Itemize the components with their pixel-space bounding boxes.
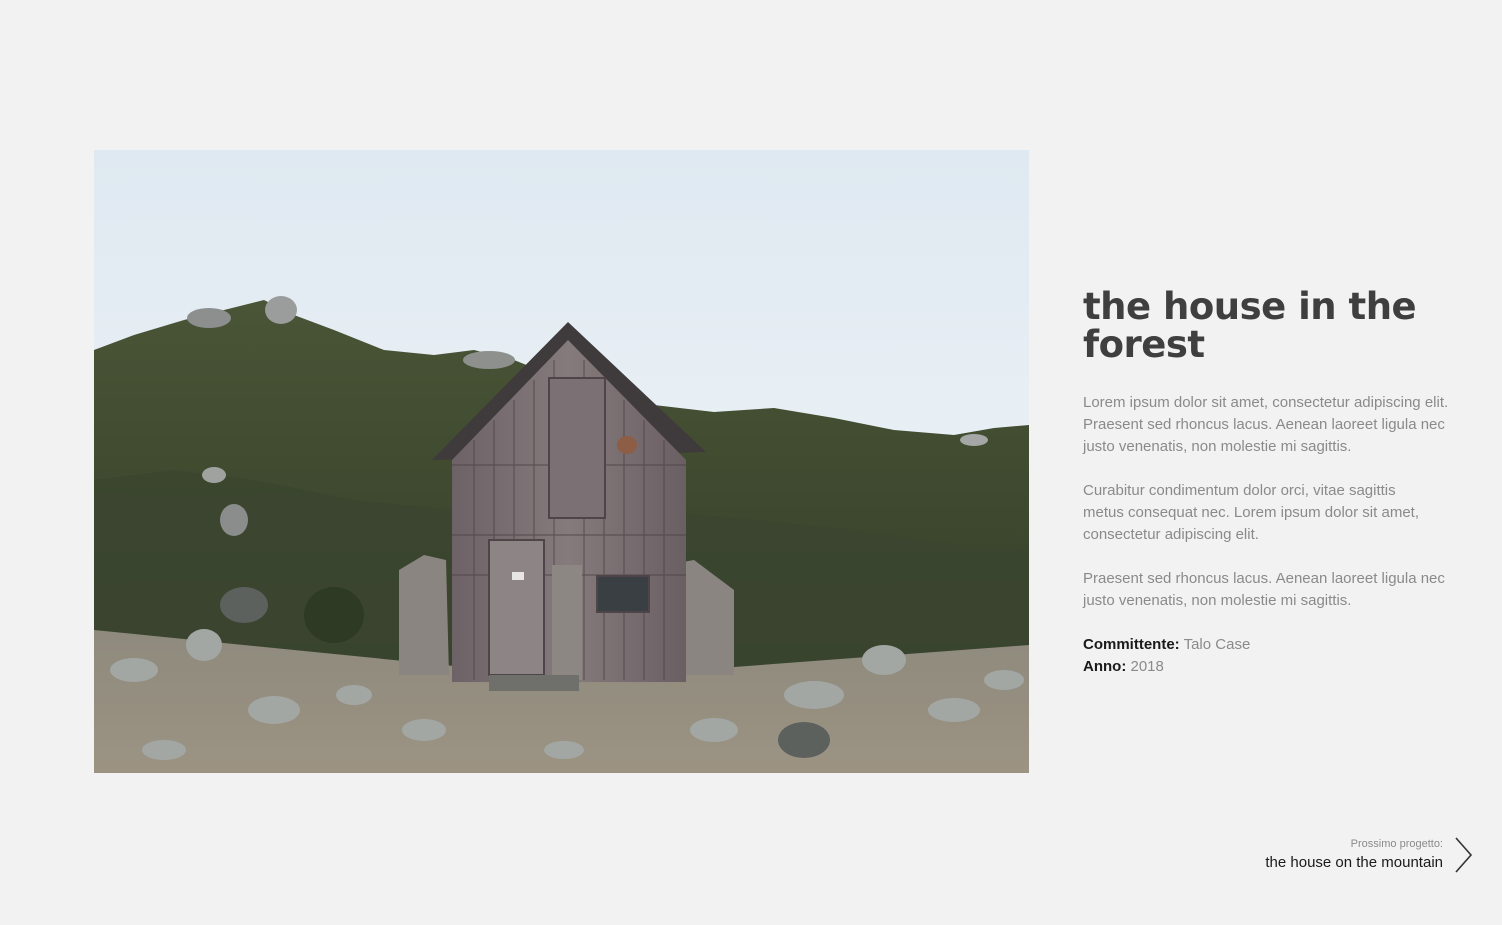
- next-project-title[interactable]: the house on the mountain: [1265, 852, 1443, 874]
- next-project-caption: Prossimo progetto:: [1350, 838, 1443, 850]
- client-value: Talo Case: [1183, 636, 1251, 653]
- project-title: the house in the forest: [1083, 285, 1417, 366]
- year-label: Anno:: [1083, 658, 1127, 675]
- project-info: the house in the forest Lorem ipsum dolo…: [1083, 288, 1473, 678]
- wooden-hut-image: [94, 150, 1029, 773]
- client-label: Committente:: [1083, 636, 1180, 653]
- project-description-3: Praesent sed rhoncus lacus. Aenean laore…: [1083, 570, 1445, 609]
- client-row: Committente: Talo Case: [1083, 634, 1473, 656]
- year-value: 2018: [1130, 658, 1164, 675]
- project-meta: Committente: Talo Case Anno: 2018: [1083, 634, 1473, 678]
- chevron-right-icon[interactable]: [1453, 836, 1475, 874]
- project-description-1: Lorem ipsum dolor sit amet, consectetur …: [1083, 394, 1449, 455]
- next-project-link[interactable]: Prossimo progetto: the house on the moun…: [1265, 836, 1443, 874]
- project-photo: [94, 150, 1029, 773]
- year-row: Anno: 2018: [1083, 656, 1473, 678]
- project-description-2: Curabitur condimentum dolor orci, vitae …: [1083, 482, 1419, 543]
